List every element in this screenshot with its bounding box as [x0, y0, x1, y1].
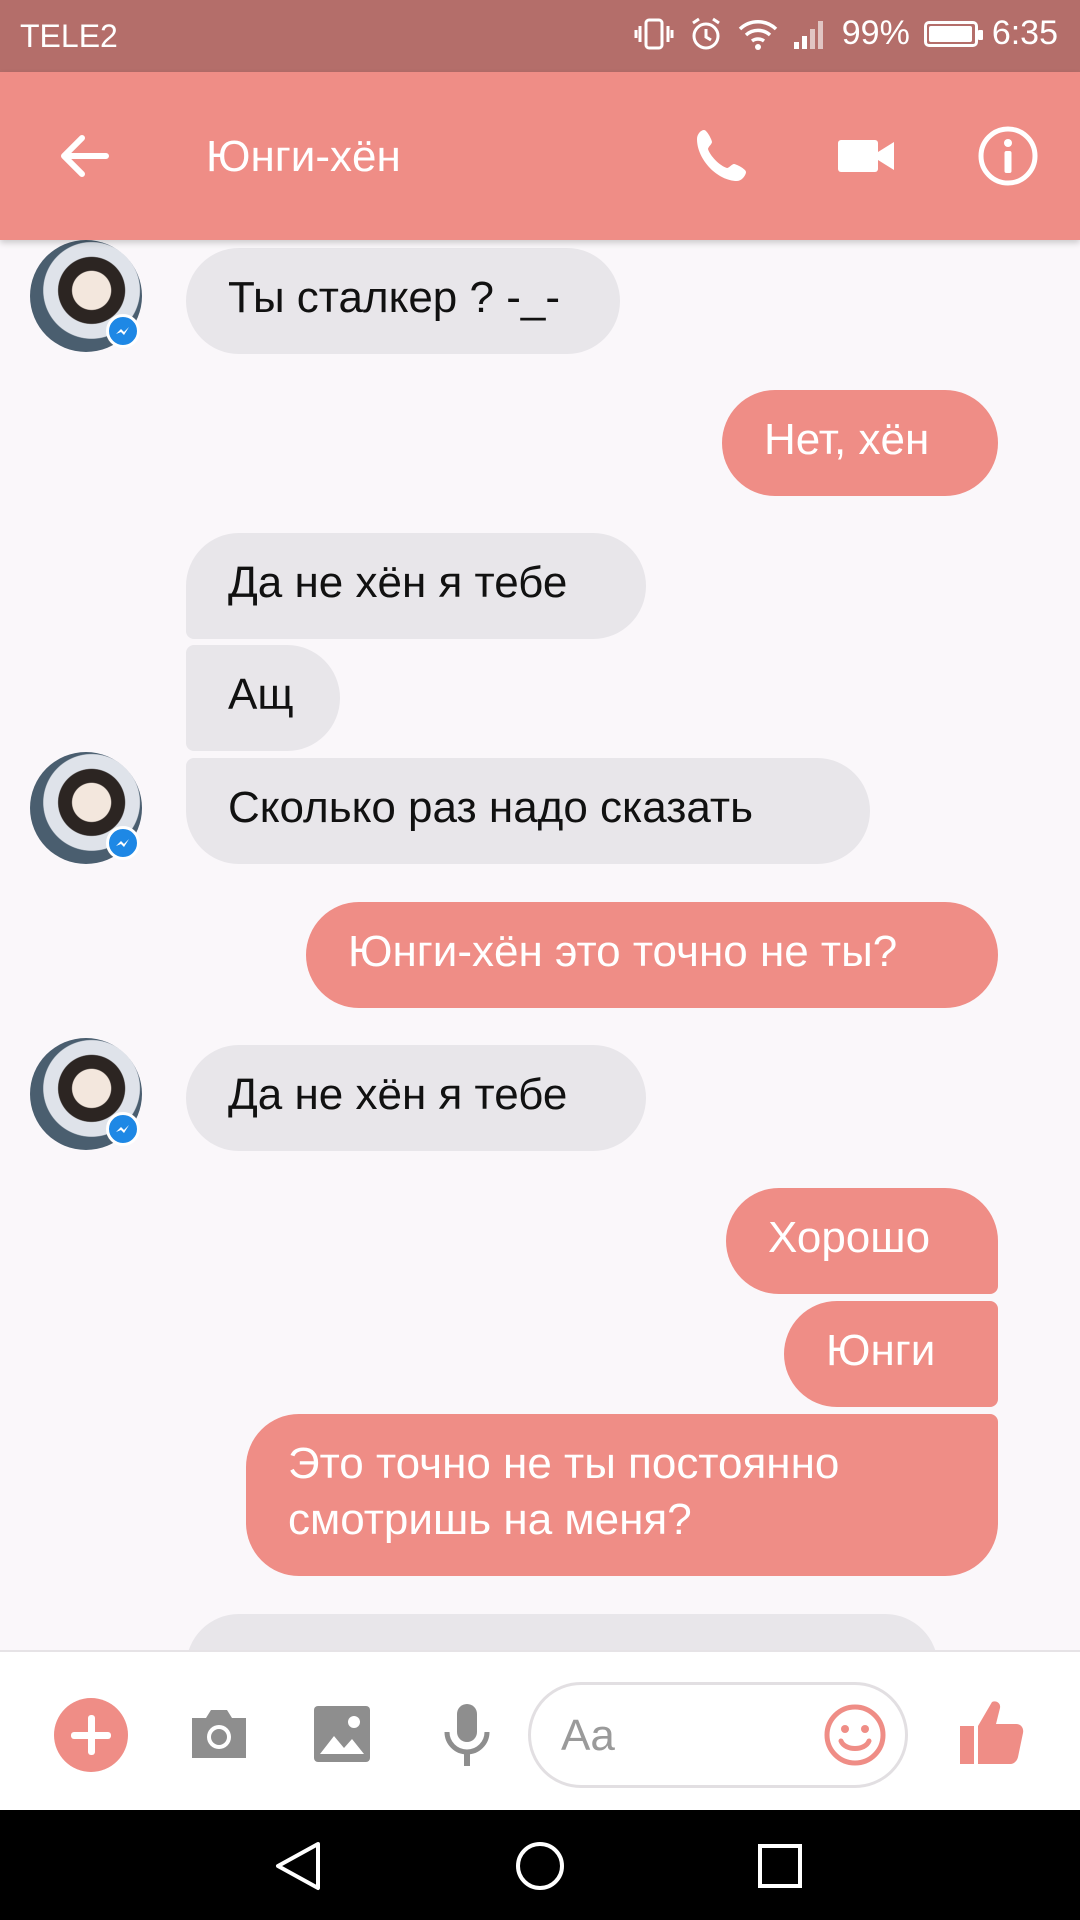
- back-arrow-icon[interactable]: [52, 124, 116, 188]
- contact-name[interactable]: Юнги-хён: [206, 132, 401, 182]
- vibrate-icon: [634, 18, 674, 49]
- message-outgoing[interactable]: Юнги: [784, 1301, 998, 1407]
- message-incoming[interactable]: Ты сталкер ? -_-: [186, 248, 620, 354]
- nav-home-icon[interactable]: [512, 1838, 568, 1894]
- emoji-icon[interactable]: [821, 1701, 889, 1769]
- message-thread[interactable]: Ты сталкер ? -_- Нет, хён Да не хён я те…: [0, 240, 1080, 1650]
- camera-icon[interactable]: [186, 1704, 252, 1764]
- message-line: смотришь на меня?: [288, 1495, 692, 1544]
- message-incoming[interactable]: Ащ: [186, 645, 340, 751]
- status-icons: 99% 6:35: [634, 14, 1058, 53]
- thumbs-up-icon[interactable]: [958, 1696, 1028, 1768]
- messenger-badge-icon: [106, 826, 140, 860]
- plus-icon[interactable]: [54, 1698, 128, 1772]
- message-outgoing[interactable]: Нет, хён: [722, 390, 998, 496]
- message-line: Это точно не ты постоянно: [288, 1439, 840, 1488]
- conversation-header: Юнги-хён: [0, 72, 1080, 240]
- battery-percent: 99%: [841, 14, 910, 52]
- image-icon[interactable]: [312, 1704, 372, 1764]
- battery-icon: [923, 20, 983, 47]
- video-camera-icon[interactable]: [834, 124, 898, 188]
- contact-avatar[interactable]: [30, 240, 142, 352]
- message-incoming[interactable]: Да не хён я тебе: [186, 533, 646, 639]
- alarm-icon: [691, 17, 720, 49]
- microphone-icon[interactable]: [440, 1702, 494, 1768]
- message-outgoing[interactable]: Это точно не ты постоянно смотришь на ме…: [246, 1414, 998, 1576]
- info-icon[interactable]: [976, 124, 1040, 188]
- messenger-badge-icon: [106, 314, 140, 348]
- contact-avatar[interactable]: [30, 1038, 142, 1150]
- message-outgoing[interactable]: Юнги-хён это точно не ты?: [306, 902, 998, 1008]
- nav-back-icon[interactable]: [270, 1838, 326, 1894]
- phone-icon[interactable]: [690, 124, 754, 188]
- nav-recents-icon[interactable]: [752, 1838, 808, 1894]
- wifi-icon: [738, 19, 777, 50]
- signal-icon: [793, 20, 823, 49]
- message-incoming[interactable]: Да не хён я тебе: [186, 1045, 646, 1151]
- messenger-badge-icon: [106, 1112, 140, 1146]
- clock: 6:35: [991, 14, 1058, 52]
- system-navigation-bar: [0, 1810, 1080, 1920]
- carrier-name: TELE2: [20, 18, 118, 54]
- contact-avatar[interactable]: [30, 752, 142, 864]
- message-input-container[interactable]: [528, 1682, 908, 1788]
- message-input[interactable]: [559, 1703, 813, 1769]
- message-incoming[interactable]: Сколько раз надо сказать: [186, 758, 870, 864]
- status-bar: TELE2 99% 6:35: [0, 0, 1080, 72]
- message-incoming-partial[interactable]: [186, 1614, 938, 1650]
- message-outgoing[interactable]: Хорошо: [726, 1188, 998, 1294]
- composer-bar: [0, 1650, 1080, 1812]
